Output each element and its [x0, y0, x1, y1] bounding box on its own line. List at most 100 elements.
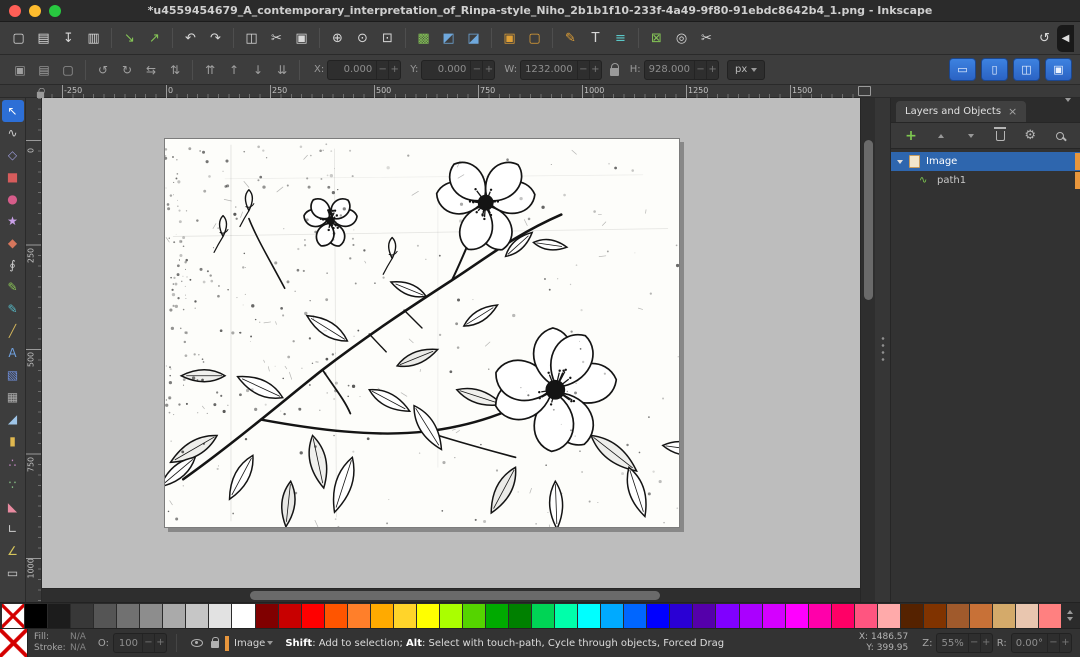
- opacity-field[interactable]: 100 − +: [113, 633, 167, 653]
- opacity-increase-button[interactable]: +: [154, 634, 166, 652]
- flip-vertical-button[interactable]: ⇅: [163, 59, 187, 81]
- chevron-down-icon[interactable]: [267, 641, 273, 645]
- calligraphy-tool[interactable]: ╱: [2, 320, 24, 342]
- palette-swatch[interactable]: [302, 604, 324, 628]
- palette-swatch[interactable]: [163, 604, 185, 628]
- xml-editor-button[interactable]: ⊠: [644, 26, 669, 51]
- selector-tool[interactable]: ↖: [2, 100, 24, 122]
- rotate-ccw-button[interactable]: ↺: [91, 59, 115, 81]
- shape-builder-tool[interactable]: ◇: [2, 144, 24, 166]
- zoom-increase-button[interactable]: +: [980, 634, 992, 652]
- palette-swatch[interactable]: [256, 604, 278, 628]
- expander-icon[interactable]: [897, 160, 909, 164]
- rectangle-tool[interactable]: ■: [2, 166, 24, 188]
- lower-button[interactable]: ↓: [246, 59, 270, 81]
- rotation-increase-button[interactable]: +: [1059, 634, 1071, 652]
- lock-ratio-icon[interactable]: [610, 68, 619, 76]
- redo-button[interactable]: ↷: [203, 26, 228, 51]
- lower-to-bottom-button[interactable]: ⇊: [270, 59, 294, 81]
- move-gradients-toggle[interactable]: ◫: [1013, 58, 1040, 81]
- document-page[interactable]: [164, 138, 680, 528]
- tab-layers-and-objects[interactable]: Layers and Objects ×: [896, 101, 1026, 122]
- open-document-button[interactable]: ▤: [31, 26, 56, 51]
- create-clone-button[interactable]: ◩: [436, 26, 461, 51]
- palette-swatch[interactable]: [924, 604, 946, 628]
- units-dropdown[interactable]: px: [727, 60, 765, 80]
- palette-scroll-controls[interactable]: [1062, 610, 1078, 621]
- palette-swatch[interactable]: [25, 604, 47, 628]
- palette-swatch[interactable]: [509, 604, 531, 628]
- fill-stroke-dialog-button[interactable]: ✎: [558, 26, 583, 51]
- vertical-ruler[interactable]: 0 250 500 750 1000: [26, 98, 42, 602]
- layer-row-path1[interactable]: ∿ path1: [891, 171, 1080, 190]
- find-replace-button[interactable]: ◎: [669, 26, 694, 51]
- vertical-scrollbar[interactable]: [860, 98, 875, 602]
- palette-swatch[interactable]: [624, 604, 646, 628]
- layer-visibility-icon[interactable]: [191, 639, 203, 647]
- palette-scroll-up-icon[interactable]: [1067, 610, 1073, 614]
- zoom-to-page-button[interactable]: ⊡: [375, 26, 400, 51]
- rotation-field[interactable]: 0.00° − +: [1011, 633, 1072, 653]
- align-distribute-dialog-button[interactable]: ≡: [608, 26, 633, 51]
- palette-swatch[interactable]: [878, 604, 900, 628]
- text-tool[interactable]: A: [2, 342, 24, 364]
- text-dialog-button[interactable]: T: [583, 26, 608, 51]
- connector-tool[interactable]: ∟: [2, 518, 24, 540]
- palette-swatch[interactable]: [763, 604, 785, 628]
- export-button[interactable]: ↗: [142, 26, 167, 51]
- palette-swatch[interactable]: [647, 604, 669, 628]
- snap-bar-toggle-button[interactable]: ◀: [1057, 25, 1074, 52]
- node-editor-prefs-button[interactable]: ✂: [694, 26, 719, 51]
- dropper-tool[interactable]: ◢: [2, 408, 24, 430]
- scale-corners-toggle[interactable]: ▯: [981, 58, 1008, 81]
- palette-swatch[interactable]: [970, 604, 992, 628]
- palette-swatch[interactable]: [186, 604, 208, 628]
- y-field[interactable]: 0.000− +: [421, 60, 495, 80]
- x-increase-button[interactable]: +: [388, 61, 400, 79]
- palette-swatch[interactable]: [348, 604, 370, 628]
- h-increase-button[interactable]: +: [706, 61, 718, 79]
- palette-swatch[interactable]: [693, 604, 715, 628]
- current-layer-name[interactable]: Image: [234, 638, 265, 649]
- h-decrease-button[interactable]: −: [694, 61, 706, 79]
- palette-swatch[interactable]: [117, 604, 139, 628]
- snap-controls-button[interactable]: ↺: [1032, 26, 1057, 51]
- paste-button[interactable]: ▣: [289, 26, 314, 51]
- layer-lock-icon[interactable]: [211, 641, 219, 648]
- close-tab-icon[interactable]: ×: [1008, 105, 1017, 118]
- lower-layer-button[interactable]: [959, 125, 983, 147]
- palette-swatch[interactable]: [232, 604, 254, 628]
- palette-swatch[interactable]: [993, 604, 1015, 628]
- page-corner-icon[interactable]: [858, 86, 871, 96]
- flip-horizontal-button[interactable]: ⇆: [139, 59, 163, 81]
- w-decrease-button[interactable]: −: [577, 61, 589, 79]
- palette-swatch[interactable]: [809, 604, 831, 628]
- scale-stroke-toggle[interactable]: ▭: [949, 58, 976, 81]
- spiral-tool[interactable]: ∮: [2, 254, 24, 276]
- minimize-window-button[interactable]: [29, 5, 41, 17]
- palette-swatch[interactable]: [325, 604, 347, 628]
- measure-tool[interactable]: ∠: [2, 540, 24, 562]
- palette-swatch[interactable]: [1016, 604, 1038, 628]
- star-tool[interactable]: ★: [2, 210, 24, 232]
- palette-swatch[interactable]: [371, 604, 393, 628]
- box-3d-tool[interactable]: ◆: [2, 232, 24, 254]
- palette-swatch[interactable]: [140, 604, 162, 628]
- h-field[interactable]: 928.000− +: [644, 60, 719, 80]
- opacity-decrease-button[interactable]: −: [142, 634, 154, 652]
- paint-bucket-tool[interactable]: ▮: [2, 430, 24, 452]
- close-window-button[interactable]: [9, 5, 21, 17]
- palette-swatch[interactable]: [279, 604, 301, 628]
- save-document-button[interactable]: ↧: [56, 26, 81, 51]
- mesh-gradient-tool[interactable]: ▦: [2, 386, 24, 408]
- palette-swatch[interactable]: [832, 604, 854, 628]
- palette-swatch[interactable]: [394, 604, 416, 628]
- raise-to-top-button[interactable]: ⇈: [198, 59, 222, 81]
- pencil-tool[interactable]: ✎: [2, 276, 24, 298]
- spray-tool[interactable]: ∵: [2, 474, 24, 496]
- horizontal-ruler[interactable]: -250 0 250 500 750 1000 1250 1500: [42, 85, 860, 98]
- palette-scroll-down-icon[interactable]: [1067, 617, 1073, 621]
- tweak-tool[interactable]: ∴: [2, 452, 24, 474]
- horizontal-scrollbar[interactable]: [42, 588, 860, 602]
- select-all-button[interactable]: ▣: [8, 59, 32, 81]
